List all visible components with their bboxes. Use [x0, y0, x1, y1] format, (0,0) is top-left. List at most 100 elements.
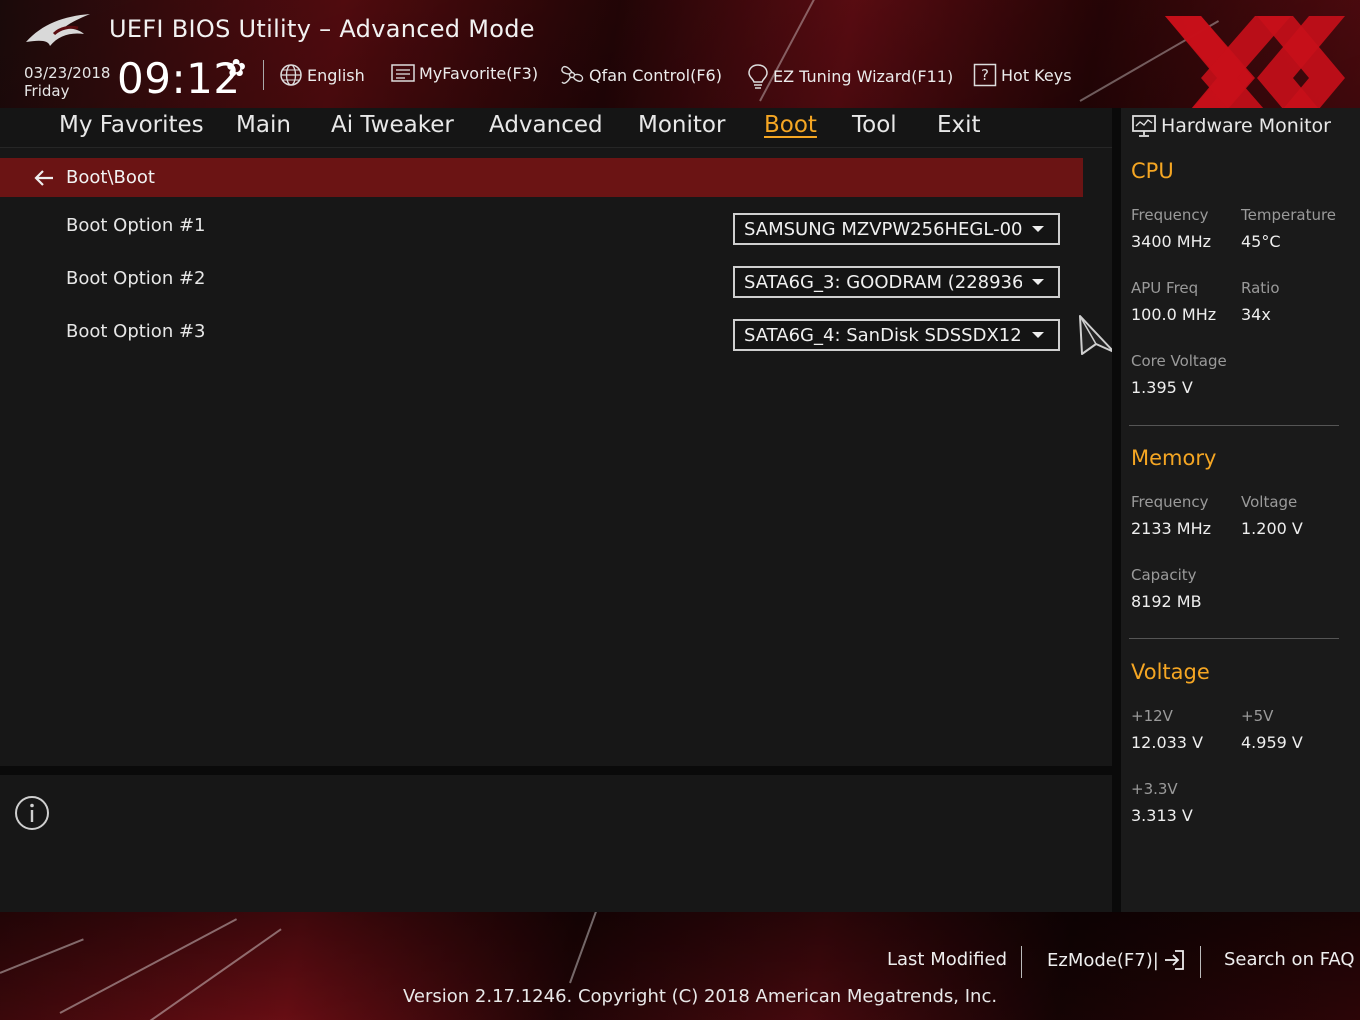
hardware-monitor-panel: Hardware Monitor CPU Frequency Temperatu…: [1121, 108, 1360, 912]
voltage-heading: Voltage: [1131, 660, 1210, 684]
memory-capacity-value: 8192 MB: [1131, 592, 1202, 611]
memory-heading: Memory: [1131, 446, 1217, 470]
divider: [1112, 108, 1121, 912]
memory-voltage-label: Voltage: [1241, 493, 1298, 511]
v12-label: +12V: [1131, 707, 1173, 725]
divider: [1129, 638, 1339, 639]
memory-capacity-label: Capacity: [1131, 566, 1197, 584]
core-voltage-label: Core Voltage: [1131, 352, 1227, 370]
myfavorite-label: MyFavorite(F3): [419, 63, 539, 83]
ez-tuning-label: EZ Tuning Wizard(F11): [773, 66, 954, 86]
hardware-monitor-label: Hardware Monitor: [1161, 115, 1331, 137]
boot-option-3-label: Boot Option #3: [66, 321, 206, 342]
last-modified-label: Last Modified: [887, 949, 1008, 970]
decorative-streak: [149, 928, 282, 1020]
hot-keys-button[interactable]: ? Hot Keys: [973, 63, 1072, 87]
tab-boot[interactable]: Boot: [764, 112, 817, 138]
core-voltage-value: 1.395 V: [1131, 378, 1193, 397]
boot-option-2-label: Boot Option #2: [66, 268, 206, 289]
decorative-streak: [0, 938, 84, 974]
exit-arrow-icon: [1164, 950, 1184, 970]
svg-text:?: ?: [981, 66, 989, 84]
memory-frequency-label: Frequency: [1131, 493, 1209, 511]
qfan-label: Qfan Control(F6): [589, 65, 722, 85]
v5-label: +5V: [1241, 707, 1274, 725]
apu-freq-label: APU Freq: [1131, 279, 1199, 297]
clock-display: 09:12: [117, 54, 241, 103]
v33-label: +3.3V: [1131, 780, 1178, 798]
day-display: Friday: [24, 82, 70, 100]
header-bar: UEFI BIOS Utility – Advanced Mode 03/23/…: [0, 0, 1360, 108]
decorative-streak: [59, 918, 238, 1014]
rog-logo-icon: [26, 14, 90, 46]
tab-monitor[interactable]: Monitor: [638, 112, 725, 138]
lightbulb-icon: [748, 64, 768, 89]
globe-icon: [280, 64, 302, 86]
watermark-logo: [1165, 16, 1345, 108]
dropdown-caret-icon: [1032, 226, 1044, 232]
cpu-ratio-value: 34x: [1241, 305, 1271, 324]
apu-freq-value: 100.0 MHz: [1131, 305, 1217, 324]
qfan-control-button[interactable]: Qfan Control(F6): [559, 63, 722, 87]
boot-option-1-label: Boot Option #1: [66, 215, 206, 236]
breadcrumb-label: Boot\Boot: [66, 167, 155, 188]
version-text: Version 2.17.1246. Copyright (C) 2018 Am…: [403, 986, 998, 1007]
decorative-streak: [569, 912, 599, 984]
boot-option-2-select[interactable]: SATA6G_3: GOODRAM (228936I: [733, 266, 1060, 298]
favorites-icon: [391, 64, 415, 82]
tab-main[interactable]: Main: [236, 112, 291, 138]
cpu-frequency-label: Frequency: [1131, 206, 1209, 224]
gear-icon[interactable]: ✿: [226, 54, 246, 82]
myfavorite-button[interactable]: MyFavorite(F3): [391, 63, 538, 83]
tab-tool[interactable]: Tool: [852, 112, 897, 138]
fan-icon: [561, 65, 584, 84]
cpu-heading: CPU: [1131, 159, 1174, 183]
divider: [1021, 946, 1022, 978]
ez-tuning-wizard-button[interactable]: EZ Tuning Wizard(F11): [747, 63, 953, 89]
main-nav: My Favorites Main Ai Tweaker Advanced Mo…: [0, 108, 1112, 148]
cpu-frequency-value: 3400 MHz: [1131, 232, 1212, 251]
memory-voltage-value: 1.200 V: [1241, 519, 1303, 538]
last-modified-button[interactable]: Last Modified: [887, 949, 1007, 970]
back-arrow-icon[interactable]: [33, 168, 55, 188]
search-faq-button[interactable]: Search on FAQ: [1224, 949, 1355, 970]
date-display: 03/23/2018: [24, 64, 111, 82]
main-panel: Boot\Boot Boot Option #1 SAMSUNG MZVPW25…: [0, 148, 1112, 766]
tab-exit[interactable]: Exit: [937, 112, 981, 138]
v12-value: 12.033 V: [1131, 733, 1204, 752]
boot-option-3-value: SATA6G_4: SanDisk SDSSDX120(: [744, 324, 1022, 346]
boot-option-1-select[interactable]: SAMSUNG MZVPW256HEGL-000: [733, 213, 1060, 245]
tab-advanced[interactable]: Advanced: [489, 112, 603, 138]
v33-value: 3.313 V: [1131, 806, 1193, 825]
divider: [1200, 946, 1201, 978]
breadcrumb[interactable]: Boot\Boot: [0, 158, 1083, 197]
app-title: UEFI BIOS Utility – Advanced Mode: [109, 15, 535, 43]
hardware-monitor-title: Hardware Monitor: [1131, 114, 1331, 138]
dropdown-caret-icon: [1032, 332, 1044, 338]
info-icon: [15, 796, 49, 830]
ezmode-button[interactable]: EzMode(F7)|: [1047, 949, 1185, 971]
ezmode-label: EzMode(F7)|: [1047, 949, 1159, 971]
cpu-temperature-label: Temperature: [1241, 206, 1337, 224]
monitor-icon: [1132, 115, 1156, 137]
language-label: English: [307, 65, 365, 85]
boot-option-1-value: SAMSUNG MZVPW256HEGL-000: [744, 218, 1022, 240]
divider: [263, 60, 264, 90]
divider: [0, 766, 1112, 775]
footer-bar: Last Modified EzMode(F7)| Search on FAQ …: [0, 912, 1360, 1020]
boot-option-3-select[interactable]: SATA6G_4: SanDisk SDSSDX120(: [733, 319, 1060, 351]
boot-option-2-value: SATA6G_3: GOODRAM (228936I: [744, 271, 1022, 293]
hot-keys-label: Hot Keys: [1001, 65, 1072, 85]
tab-my-favorites[interactable]: My Favorites: [59, 112, 204, 138]
v5-value: 4.959 V: [1241, 733, 1303, 752]
memory-frequency-value: 2133 MHz: [1131, 519, 1212, 538]
search-faq-label: Search on FAQ: [1224, 949, 1355, 970]
info-panel: [0, 775, 1112, 912]
cpu-ratio-label: Ratio: [1241, 279, 1280, 297]
language-button[interactable]: English: [279, 63, 365, 87]
divider: [1129, 425, 1339, 426]
tab-ai-tweaker[interactable]: Ai Tweaker: [331, 112, 454, 138]
hotkeys-icon: ?: [973, 63, 997, 87]
dropdown-caret-icon: [1032, 279, 1044, 285]
cpu-temperature-value: 45°C: [1241, 232, 1281, 251]
